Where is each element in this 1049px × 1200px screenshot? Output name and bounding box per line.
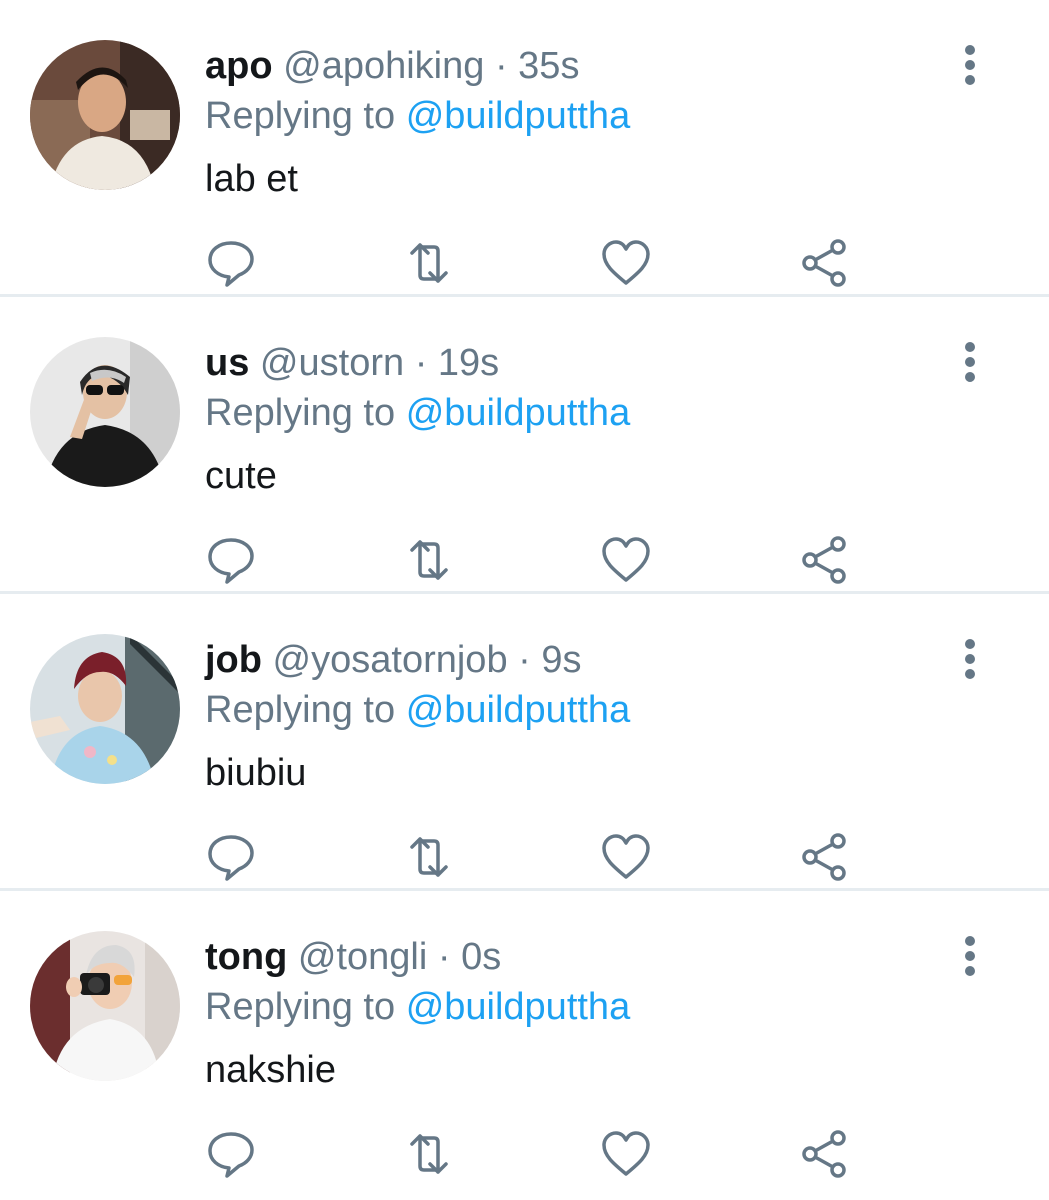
retweet-icon[interactable] <box>402 237 454 289</box>
display-name[interactable]: apo <box>205 45 273 87</box>
more-options-icon[interactable] <box>950 931 990 981</box>
reply-feed: apo @apohiking · 35s Replying to @buildp… <box>0 0 1049 1200</box>
avatar[interactable] <box>30 931 180 1081</box>
replying-to-line: Replying to @buildputtha <box>205 92 630 140</box>
reply-icon[interactable] <box>205 237 257 289</box>
avatar[interactable] <box>30 634 180 784</box>
more-options-icon[interactable] <box>950 337 990 387</box>
like-icon[interactable] <box>600 1128 652 1180</box>
replying-to-label: Replying to <box>205 95 396 137</box>
share-icon[interactable] <box>798 831 850 883</box>
separator-dot: · <box>494 45 508 87</box>
tweet-text: nakshie <box>205 1049 336 1091</box>
avatar[interactable] <box>30 337 180 487</box>
share-icon[interactable] <box>798 237 850 289</box>
avatar[interactable] <box>30 40 180 190</box>
reply-icon[interactable] <box>205 831 257 883</box>
replying-to-label: Replying to <box>205 392 396 434</box>
replying-to-label: Replying to <box>205 986 396 1028</box>
replying-to-line: Replying to @buildputtha <box>205 983 630 1031</box>
avatar-photo-tong <box>30 931 180 1081</box>
retweet-icon[interactable] <box>402 831 454 883</box>
timestamp[interactable]: 9s <box>541 639 581 681</box>
like-icon[interactable] <box>600 831 652 883</box>
tweet-header: tong @tongli · 0s <box>205 933 501 981</box>
retweet-icon[interactable] <box>402 1128 454 1180</box>
display-name[interactable]: us <box>205 342 249 384</box>
replying-to-line: Replying to @buildputtha <box>205 389 630 437</box>
like-icon[interactable] <box>600 237 652 289</box>
timestamp[interactable]: 35s <box>518 45 579 87</box>
replying-to-line: Replying to @buildputtha <box>205 686 630 734</box>
share-icon[interactable] <box>798 534 850 586</box>
display-name[interactable]: job <box>205 639 262 681</box>
avatar-photo-apo <box>30 40 180 190</box>
user-handle[interactable]: @yosatornjob <box>273 639 508 681</box>
more-options-icon[interactable] <box>950 40 990 90</box>
tweet-text: biubiu <box>205 752 307 794</box>
reply-icon[interactable] <box>205 534 257 586</box>
replying-to-handle[interactable]: @buildputtha <box>406 95 631 137</box>
tweet-text: lab et <box>205 158 298 200</box>
replying-to-handle[interactable]: @buildputtha <box>406 689 631 731</box>
tweet-actions <box>0 534 1049 586</box>
timestamp[interactable]: 0s <box>461 936 501 978</box>
replying-to-handle[interactable]: @buildputtha <box>406 392 631 434</box>
separator-dot: · <box>437 936 451 978</box>
replying-to-handle[interactable]: @buildputtha <box>406 986 631 1028</box>
reply-icon[interactable] <box>205 1128 257 1180</box>
tweet-text: cute <box>205 455 277 497</box>
tweet-actions <box>0 1128 1049 1180</box>
tweet-item[interactable]: job @yosatornjob · 9s Replying to @build… <box>0 594 1049 891</box>
like-icon[interactable] <box>600 534 652 586</box>
user-handle[interactable]: @ustorn <box>260 342 404 384</box>
tweet-header: apo @apohiking · 35s <box>205 42 579 90</box>
timestamp[interactable]: 19s <box>438 342 499 384</box>
tweet-actions <box>0 831 1049 883</box>
avatar-photo-us <box>30 337 180 487</box>
separator-dot: · <box>414 342 428 384</box>
tweet-item[interactable]: tong @tongli · 0s Replying to @buildputt… <box>0 891 1049 1200</box>
separator-dot: · <box>518 639 531 681</box>
share-icon[interactable] <box>798 1128 850 1180</box>
tweet-header: us @ustorn · 19s <box>205 339 499 387</box>
more-options-icon[interactable] <box>950 634 990 684</box>
user-handle[interactable]: @apohiking <box>283 45 484 87</box>
user-handle[interactable]: @tongli <box>298 936 427 978</box>
display-name[interactable]: tong <box>205 936 287 978</box>
tweet-actions <box>0 237 1049 289</box>
avatar-photo-job <box>30 634 180 784</box>
tweet-header: job @yosatornjob · 9s <box>205 636 582 684</box>
replying-to-label: Replying to <box>205 689 396 731</box>
tweet-item[interactable]: apo @apohiking · 35s Replying to @buildp… <box>0 0 1049 297</box>
tweet-item[interactable]: us @ustorn · 19s Replying to @buildputth… <box>0 297 1049 594</box>
retweet-icon[interactable] <box>402 534 454 586</box>
